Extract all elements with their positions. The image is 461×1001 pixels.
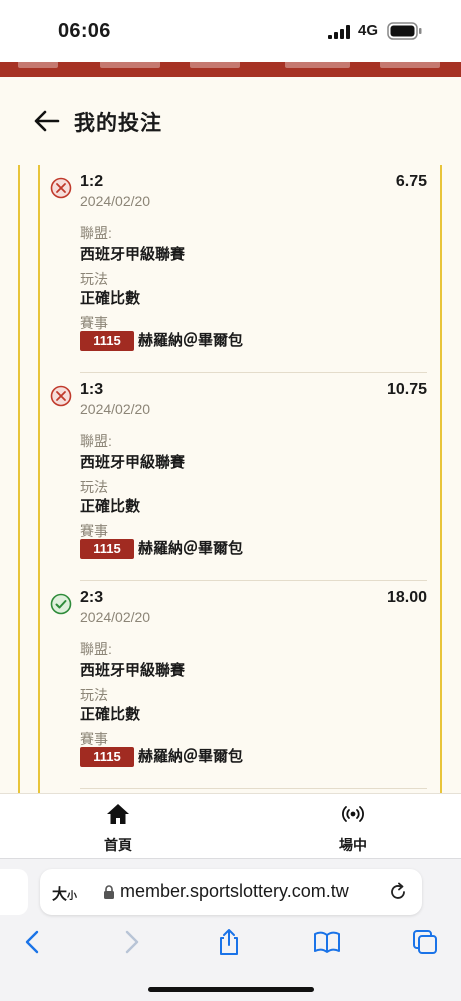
signal-icon bbox=[328, 25, 350, 39]
status-bar: 06:06 4G bbox=[0, 0, 461, 62]
league-value: 西班牙甲級聯賽 bbox=[80, 662, 186, 679]
tabs-icon[interactable] bbox=[410, 927, 440, 957]
bottom-tab-bar: 首頁 場中 bbox=[0, 793, 461, 859]
match-label: 賽事 bbox=[80, 523, 108, 539]
match-label: 賽事 bbox=[80, 731, 108, 747]
bet-item: 2:3 18.00 2024/02/20 聯盟: 西班牙甲級聯賽 玩法 正確比數… bbox=[40, 581, 435, 789]
status-time: 06:06 bbox=[58, 20, 111, 42]
arrow-left-icon[interactable] bbox=[32, 107, 62, 135]
match-row: 1115 赫羅納＠畢爾包 bbox=[80, 331, 243, 351]
bet-item: 1:2 6.75 2024/02/20 聯盟: 西班牙甲級聯賽 玩法 正確比數 … bbox=[40, 165, 435, 373]
chevron-right-icon[interactable] bbox=[116, 927, 146, 957]
league-label: 聯盟: bbox=[80, 433, 112, 449]
text-size-small: 小 bbox=[67, 891, 78, 902]
play-label: 玩法 bbox=[80, 479, 108, 495]
match-row: 1115 赫羅納＠畢爾包 bbox=[80, 539, 243, 559]
match-number-badge: 1115 bbox=[80, 331, 134, 351]
tab-home[interactable]: 首頁 bbox=[73, 802, 163, 855]
page-header: 我的投注 bbox=[0, 77, 461, 165]
match-name: 赫羅納＠畢爾包 bbox=[138, 748, 244, 765]
bet-item: 1:3 10.75 2024/02/20 聯盟: 西班牙甲級聯賽 玩法 正確比數… bbox=[40, 373, 435, 581]
battery-icon bbox=[387, 22, 422, 40]
share-icon[interactable] bbox=[214, 927, 244, 957]
bet-odds: 6.75 bbox=[395, 173, 427, 190]
book-icon[interactable] bbox=[312, 927, 342, 957]
play-value: 正確比數 bbox=[80, 498, 141, 515]
tab-live[interactable]: 場中 bbox=[308, 802, 398, 855]
play-value: 正確比數 bbox=[80, 706, 141, 723]
bet-date: 2024/02/20 bbox=[80, 193, 151, 209]
address-bar[interactable]: 大小 member.sportslottery.com.tw bbox=[40, 869, 422, 915]
circle-x-icon bbox=[50, 177, 72, 199]
bet-score: 1:3 bbox=[80, 381, 104, 398]
league-label: 聯盟: bbox=[80, 225, 112, 241]
bet-score: 1:2 bbox=[80, 173, 104, 190]
match-name: 赫羅納＠畢爾包 bbox=[138, 332, 244, 349]
bet-date: 2024/02/20 bbox=[80, 609, 151, 625]
bet-odds: 10.75 bbox=[386, 381, 427, 398]
circle-check-icon bbox=[50, 593, 72, 615]
gold-border-right bbox=[440, 165, 442, 793]
tab-live-label: 場中 bbox=[339, 837, 367, 853]
play-value: 正確比數 bbox=[80, 290, 141, 307]
play-label: 玩法 bbox=[80, 687, 108, 703]
play-label: 玩法 bbox=[80, 271, 108, 287]
chevron-left-icon[interactable] bbox=[18, 927, 48, 957]
match-label: 賽事 bbox=[80, 315, 108, 331]
league-value: 西班牙甲級聯賽 bbox=[80, 246, 186, 263]
bet-list[interactable]: 1:2 6.75 2024/02/20 聯盟: 西班牙甲級聯賽 玩法 正確比數 … bbox=[18, 165, 444, 793]
text-size-button[interactable]: 大小 bbox=[52, 883, 77, 904]
url-text: member.sportslottery.com.tw bbox=[120, 881, 349, 901]
bet-odds: 18.00 bbox=[386, 589, 427, 606]
page-title: 我的投注 bbox=[74, 112, 162, 135]
league-label: 聯盟: bbox=[80, 641, 112, 657]
network-type: 4G bbox=[358, 22, 379, 39]
reload-icon[interactable] bbox=[387, 881, 409, 903]
divider bbox=[80, 788, 427, 789]
league-value: 西班牙甲級聯賽 bbox=[80, 454, 186, 471]
gold-border-left bbox=[18, 165, 20, 793]
match-number-badge: 1115 bbox=[80, 747, 134, 767]
home-indicator bbox=[148, 987, 314, 992]
match-row: 1115 赫羅納＠畢爾包 bbox=[80, 747, 243, 767]
previous-tab-preview[interactable] bbox=[0, 869, 28, 915]
lock-icon bbox=[104, 885, 114, 899]
bet-date: 2024/02/20 bbox=[80, 401, 151, 417]
text-size-large: 大 bbox=[52, 886, 68, 903]
broadcast-icon bbox=[342, 806, 364, 822]
circle-x-icon bbox=[50, 385, 72, 407]
top-nav-strip bbox=[0, 62, 461, 77]
tab-home-label: 首頁 bbox=[104, 837, 132, 853]
match-name: 赫羅納＠畢爾包 bbox=[138, 540, 244, 557]
match-number-badge: 1115 bbox=[80, 539, 134, 559]
bet-score: 2:3 bbox=[80, 589, 104, 606]
browser-toolbar: 大小 member.sportslottery.com.tw bbox=[0, 858, 461, 1001]
home-icon bbox=[107, 804, 129, 824]
